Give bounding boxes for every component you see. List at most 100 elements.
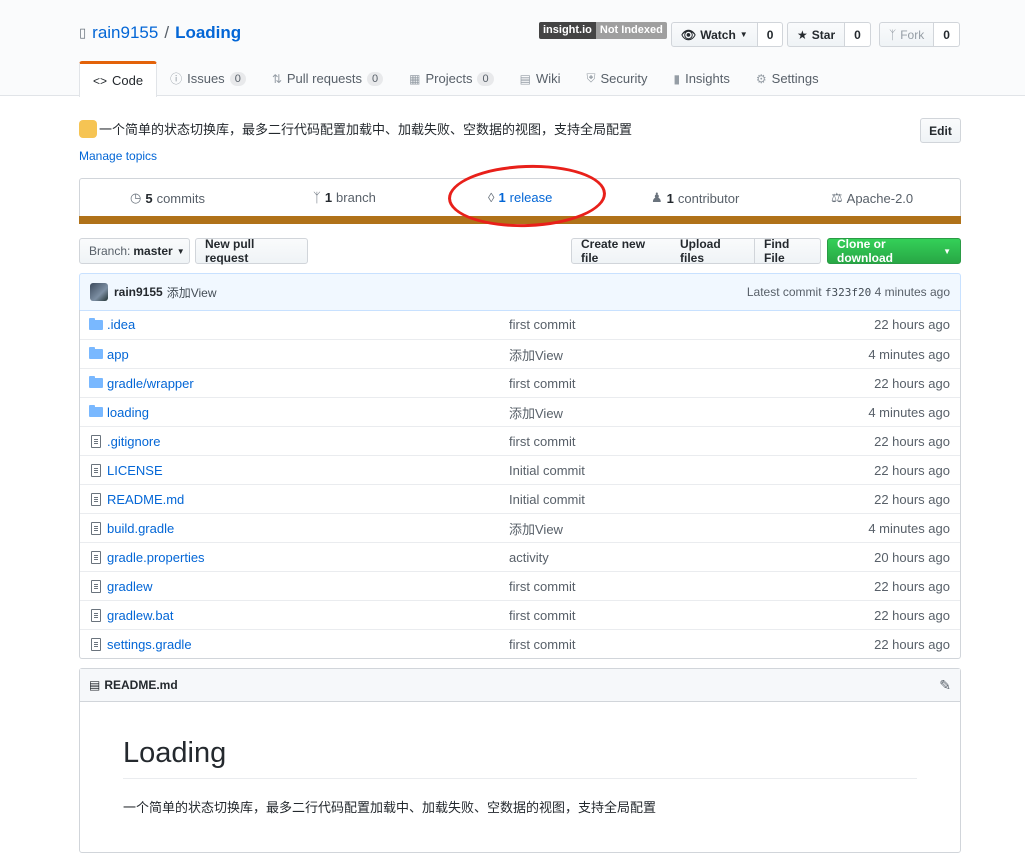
watch-button[interactable]: 👁 Watch ▼ bbox=[671, 22, 758, 47]
commits-link[interactable]: ◷ 5 commits bbox=[130, 190, 205, 206]
file-name-link[interactable]: build.gradle bbox=[106, 521, 509, 536]
tab-settings[interactable]: ⚙ Settings bbox=[743, 61, 832, 96]
new-pull-request-button[interactable]: New pull request bbox=[195, 237, 308, 265]
project-icon: ▦ bbox=[409, 71, 421, 86]
file-name-link[interactable]: app bbox=[106, 347, 509, 362]
table-row: gradle/wrapper first commit 22 hours ago bbox=[80, 368, 960, 397]
file-commit-message[interactable]: first commit bbox=[509, 579, 810, 594]
license-label: Apache-2.0 bbox=[846, 190, 914, 206]
file-name-link[interactable]: gradlew bbox=[106, 579, 509, 594]
star-group: ★ Star 0 bbox=[787, 22, 871, 47]
table-row: README.md Initial commit 22 hours ago bbox=[80, 484, 960, 513]
commit-sha-link[interactable]: f323f20 bbox=[825, 286, 871, 299]
file-name-link[interactable]: gradlew.bat bbox=[106, 608, 509, 623]
tab-insights[interactable]: ▮ Insights bbox=[660, 61, 742, 96]
file-commit-message[interactable]: 添加View bbox=[509, 519, 810, 538]
releases-label: release bbox=[509, 190, 553, 205]
insight-badge[interactable]: insight.io Not Indexed bbox=[539, 22, 667, 39]
edit-description-button[interactable]: Edit bbox=[920, 118, 961, 143]
contributors-label: contributor bbox=[677, 190, 740, 206]
language-bar[interactable] bbox=[79, 216, 961, 224]
tab-code[interactable]: <> Code bbox=[79, 61, 158, 97]
file-age: 4 minutes ago bbox=[868, 346, 950, 362]
fork-button[interactable]: ᛉ Fork bbox=[879, 22, 935, 47]
file-age: 4 minutes ago bbox=[868, 404, 950, 420]
file-commit-message[interactable]: Initial commit bbox=[509, 492, 810, 507]
pull-requests-counter: 0 bbox=[367, 71, 384, 86]
gear-icon: ⚙ bbox=[755, 71, 767, 86]
issues-counter: 0 bbox=[229, 71, 246, 86]
table-row: gradlew.bat first commit 22 hours ago bbox=[80, 600, 960, 629]
file-commit-message[interactable]: first commit bbox=[509, 434, 810, 449]
caret-down-icon: ▼ bbox=[943, 246, 951, 256]
file-age: 22 hours ago bbox=[874, 375, 950, 391]
folder-icon bbox=[80, 405, 106, 417]
tab-wiki[interactable]: ▤ Wiki bbox=[507, 61, 574, 96]
branches-count: 1 bbox=[324, 190, 333, 205]
fork-icon: ᛉ bbox=[889, 27, 897, 42]
table-row: settings.gradle first commit 22 hours ago bbox=[80, 629, 960, 658]
repo-nav-tabs: <> Code ⓘ Issues 0 ⇅ Pull requests 0 ▦ P… bbox=[79, 61, 832, 97]
insight-status: Not Indexed bbox=[595, 22, 667, 39]
file-commit-message[interactable]: first commit bbox=[509, 317, 810, 332]
table-row: LICENSE Initial commit 22 hours ago bbox=[80, 455, 960, 484]
file-name-link[interactable]: loading bbox=[106, 405, 509, 420]
file-name-link[interactable]: LICENSE bbox=[106, 463, 509, 478]
commits-count: 5 bbox=[145, 190, 153, 206]
tab-pull-requests[interactable]: ⇅ Pull requests 0 bbox=[259, 61, 396, 96]
create-new-file-button[interactable]: Create new file bbox=[571, 237, 672, 265]
file-commit-message[interactable]: Initial commit bbox=[509, 463, 810, 478]
tab-issues[interactable]: ⓘ Issues 0 bbox=[157, 61, 259, 96]
contributors-count: 1 bbox=[666, 190, 674, 206]
branch-prefix: Branch: bbox=[89, 244, 131, 258]
file-name-link[interactable]: .gitignore bbox=[106, 434, 509, 449]
file-age: 4 minutes ago bbox=[868, 520, 950, 536]
watch-count[interactable]: 0 bbox=[757, 22, 784, 47]
projects-counter: 0 bbox=[477, 71, 494, 86]
branch-select-button[interactable]: Branch: master ▼ bbox=[79, 238, 190, 264]
file-icon bbox=[80, 434, 106, 448]
commit-message[interactable]: 添加View bbox=[167, 284, 217, 301]
pencil-icon[interactable]: ✎ bbox=[939, 677, 951, 694]
file-name-link[interactable]: README.md bbox=[106, 492, 509, 507]
folder-icon bbox=[80, 376, 106, 388]
contributors-link[interactable]: ♟ 1 contributor bbox=[651, 190, 739, 206]
file-commit-message[interactable]: first commit bbox=[509, 637, 810, 652]
upload-files-button[interactable]: Upload files bbox=[671, 237, 755, 265]
file-commit-message[interactable]: 添加View bbox=[509, 403, 810, 422]
tab-projects[interactable]: ▦ Projects 0 bbox=[396, 61, 506, 96]
star-icon: ★ bbox=[797, 27, 808, 42]
commit-author-link[interactable]: rain9155 bbox=[114, 285, 163, 299]
branches-link[interactable]: ᛉ 1 branch bbox=[313, 190, 376, 205]
watch-label: Watch bbox=[700, 27, 736, 42]
shield-icon: ⛨ bbox=[586, 71, 596, 85]
repo-owner-link[interactable]: rain9155 bbox=[92, 23, 158, 43]
releases-link[interactable]: ◊ 1 release bbox=[488, 190, 552, 205]
tab-security[interactable]: ⛨ Security bbox=[573, 61, 660, 96]
file-name-link[interactable]: gradle.properties bbox=[106, 550, 509, 565]
file-commit-message[interactable]: activity bbox=[509, 550, 810, 565]
file-name-link[interactable]: gradle/wrapper bbox=[106, 376, 509, 391]
star-label: Star bbox=[811, 27, 836, 42]
file-commit-message[interactable]: 添加View bbox=[509, 345, 810, 364]
file-commit-message[interactable]: first commit bbox=[509, 608, 810, 623]
book-icon: ▤ bbox=[519, 71, 531, 86]
issue-icon: ⓘ bbox=[170, 72, 183, 86]
star-count[interactable]: 0 bbox=[845, 22, 871, 47]
find-file-button[interactable]: Find File bbox=[755, 237, 821, 265]
file-name-link[interactable]: .idea bbox=[106, 317, 509, 332]
repo-name-link[interactable]: Loading bbox=[175, 23, 241, 43]
file-commit-message[interactable]: first commit bbox=[509, 376, 810, 391]
tab-code-label: Code bbox=[112, 73, 144, 88]
license-link[interactable]: ⚖ Apache-2.0 bbox=[831, 190, 913, 206]
numbers-summary: ◷ 5 commits ᛉ 1 branch ◊ 1 release ♟ 1 c… bbox=[79, 178, 961, 224]
repo-header: ▯ rain9155 / Loading insight.io Not Inde… bbox=[0, 0, 1025, 97]
file-name-link[interactable]: settings.gradle bbox=[106, 637, 509, 652]
table-row: gradlew first commit 22 hours ago bbox=[80, 571, 960, 600]
avatar[interactable] bbox=[90, 283, 108, 301]
fork-count[interactable]: 0 bbox=[934, 22, 960, 47]
folder-icon bbox=[80, 347, 106, 359]
clone-download-button[interactable]: Clone or download ▼ bbox=[827, 237, 961, 265]
manage-topics-link[interactable]: Manage topics bbox=[79, 149, 157, 163]
star-button[interactable]: ★ Star bbox=[787, 22, 846, 47]
